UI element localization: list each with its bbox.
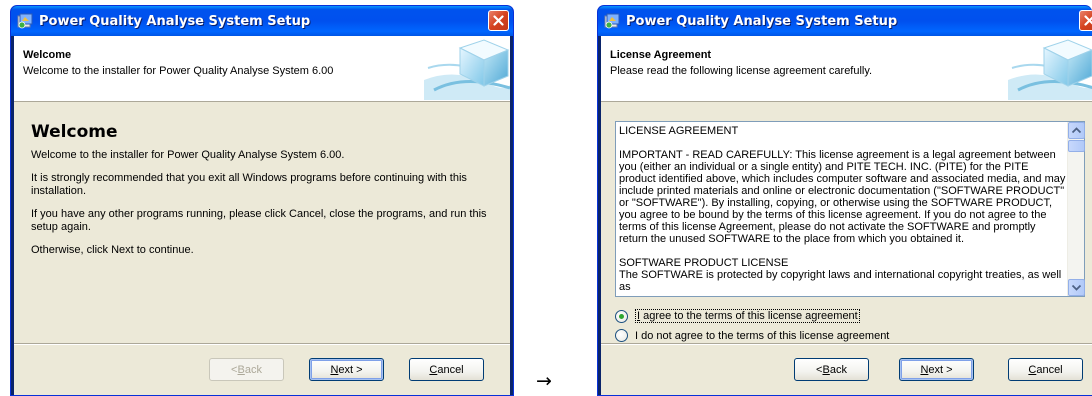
license-dialog: Power Quality Analyse System Setup Licen… <box>597 5 1092 396</box>
agree-label: I agree to the terms of this license agr… <box>635 309 860 323</box>
agree-label-text: agree to the terms of this license agree… <box>640 310 858 322</box>
header-title: License Agreement <box>610 49 712 61</box>
license-product-heading: SOFTWARE PRODUCT LICENSE <box>619 257 789 269</box>
scroll-down-icon <box>1072 284 1081 291</box>
recommend-paragraph: It is strongly recommended that you exit… <box>31 172 467 197</box>
close-button[interactable] <box>488 10 509 31</box>
cancel-label: ancel <box>1036 363 1063 376</box>
back-label: ack <box>244 363 262 376</box>
dialog-client: Welcome Welcome to the installer for Pow… <box>14 36 510 395</box>
license-copyright: The SOFTWARE is protected by copyright l… <box>619 269 1062 293</box>
welcome-body: Welcome Welcome to the installer for Pow… <box>31 122 500 267</box>
disagree-radio[interactable] <box>615 329 628 342</box>
agree-radio[interactable] <box>615 309 628 323</box>
back-label: ack <box>829 363 847 376</box>
back-button[interactable]: < Back <box>209 358 284 381</box>
agree-radio-option[interactable]: I agree to the terms of this license agr… <box>615 309 860 323</box>
header-panel: License Agreement Please read the follow… <box>601 36 1092 102</box>
footer-divider <box>14 343 510 345</box>
next-button[interactable]: Next > <box>899 358 974 381</box>
close-icon <box>1084 15 1092 26</box>
close-button[interactable] <box>1079 10 1092 31</box>
header-cube-icon <box>424 38 510 100</box>
back-mnemonic: B <box>237 363 245 376</box>
continue-paragraph: Otherwise, click Next to continue. <box>31 244 194 256</box>
license-textbox[interactable]: LICENSE AGREEMENT IMPORTANT - READ CAREF… <box>615 121 1085 297</box>
disagree-radio-option[interactable]: I do not agree to the terms of this lice… <box>615 329 889 342</box>
dialog-client: License Agreement Please read the follow… <box>601 36 1092 395</box>
header-subtitle: Please read the following license agreem… <box>610 65 873 77</box>
scroll-up-button[interactable] <box>1068 122 1085 139</box>
next-label: ext > <box>928 363 953 376</box>
header-panel: Welcome Welcome to the installer for Pow… <box>14 36 510 102</box>
window-title: Power Quality Analyse System Setup <box>39 13 311 29</box>
scroll-up-icon <box>1072 127 1081 134</box>
step-arrow: → <box>536 370 552 392</box>
close-programs-paragraph: If you have any other programs running, … <box>31 208 487 233</box>
license-heading: LICENSE AGREEMENT <box>619 125 739 137</box>
cancel-button[interactable]: Cancel <box>1008 358 1083 381</box>
license-text: LICENSE AGREEMENT IMPORTANT - READ CAREF… <box>619 125 1066 294</box>
setup-app-icon <box>17 13 33 29</box>
header-subtitle: Welcome to the installer for Power Quali… <box>23 65 334 77</box>
cancel-label: ancel <box>437 363 464 376</box>
scroll-thumb[interactable] <box>1068 140 1085 152</box>
cancel-mnemonic: C <box>429 363 438 376</box>
window-title: Power Quality Analyse System Setup <box>626 13 898 29</box>
header-cube-icon <box>1008 38 1092 100</box>
welcome-paragraph: Welcome to the installer for Power Quali… <box>31 149 345 161</box>
header-title: Welcome <box>23 49 72 61</box>
title-bar[interactable]: Power Quality Analyse System Setup <box>598 6 1092 36</box>
back-mnemonic: B <box>822 363 830 376</box>
close-icon <box>493 15 504 26</box>
scroll-down-button[interactable] <box>1068 279 1085 296</box>
cancel-button[interactable]: Cancel <box>409 358 484 381</box>
welcome-dialog: Power Quality Analyse System Setup Welco… <box>10 5 514 396</box>
footer-divider <box>601 343 1092 345</box>
title-bar[interactable]: Power Quality Analyse System Setup <box>11 6 513 36</box>
next-mnemonic: N <box>920 363 929 376</box>
license-important: IMPORTANT - READ CAREFULLY: This license… <box>619 149 1066 245</box>
setup-app-icon <box>604 13 620 29</box>
disagree-label: I do not agree to the terms of this lice… <box>635 329 890 342</box>
next-mnemonic: N <box>330 363 339 376</box>
next-button[interactable]: Next > <box>309 358 384 381</box>
vertical-scrollbar[interactable] <box>1067 122 1085 296</box>
next-label: ext > <box>338 363 363 376</box>
body-title: Welcome <box>31 122 118 142</box>
cancel-mnemonic: C <box>1028 363 1037 376</box>
back-button[interactable]: < Back <box>794 358 869 381</box>
